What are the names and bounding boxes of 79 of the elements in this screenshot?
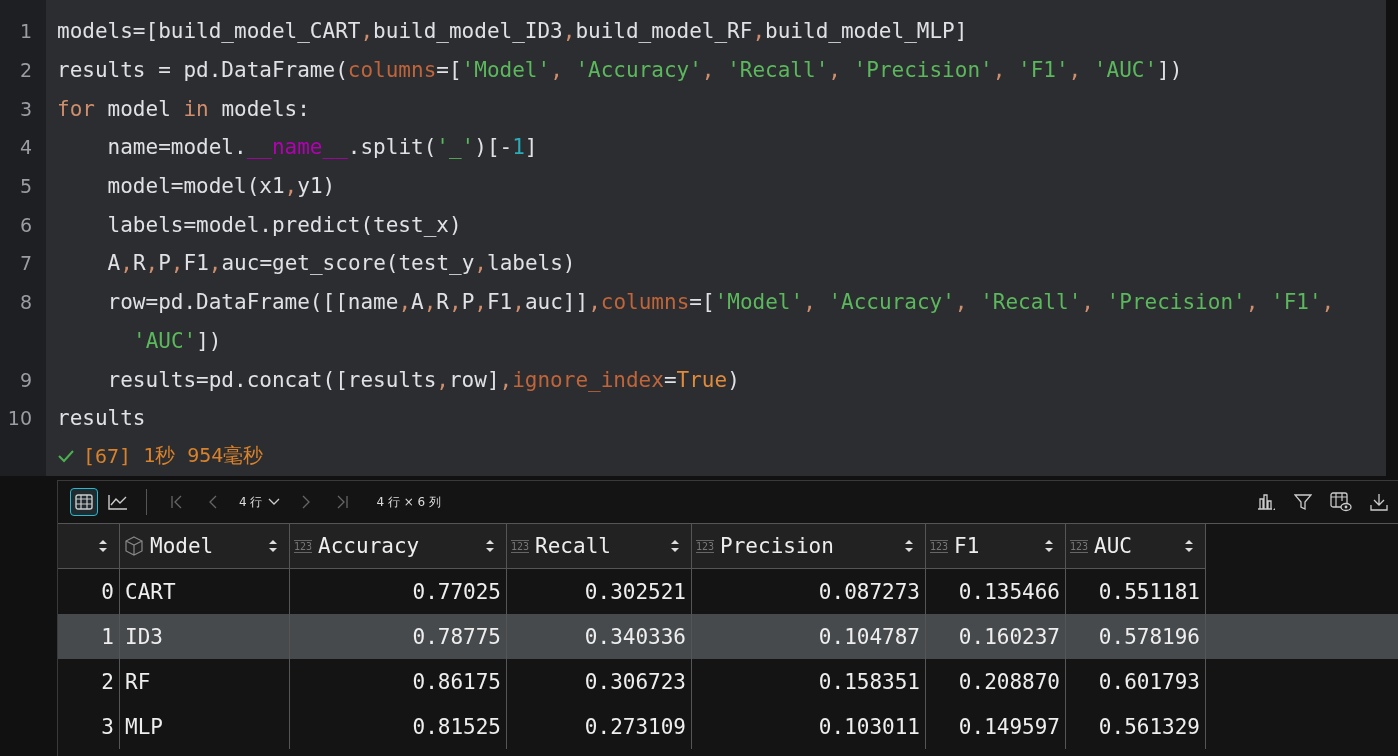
previous-page-icon[interactable] [207,494,219,510]
line-number: 4 [19,136,32,159]
filter-icon[interactable] [1294,493,1312,511]
table-cell: 0.86175 [412,669,501,694]
download-icon[interactable] [1370,493,1388,511]
line-number: 1 [19,20,32,43]
table-cell: 0.158351 [818,669,920,694]
line-number: 7 [19,252,32,275]
bar-chart-icon[interactable] [1256,493,1276,511]
code-line: model=model(x1,y1) [106,174,336,199]
sort-icon[interactable] [1045,539,1053,553]
sort-icon[interactable] [269,539,277,553]
table-cell: MLP [125,714,163,739]
column-header[interactable]: 123 Precision [692,524,926,569]
table-cell: 0.306723 [584,669,686,694]
cube-icon [124,536,144,556]
rows-dropdown[interactable]: 4 行 [233,493,287,511]
table-cell: CART [125,579,176,604]
table-cell: 0.551181 [1098,579,1200,604]
table-visibility-icon[interactable] [1330,492,1352,512]
table-cell: 0.273109 [584,714,686,739]
table-row[interactable]: 1 ID3 0.78775 0.340336 0.104787 0.160237 0.578196 [58,614,1398,659]
table-cell: 0.087273 [818,579,920,604]
code-line: results=pd.concat([results,row],ignore_index=True) [106,367,740,392]
line-number: 8 [19,291,32,314]
code-line: labels=model.predict(test_x) [106,212,462,237]
table-cell: 0.104787 [818,624,920,649]
table-cell: RF [125,669,151,694]
table-cell: 0 [101,579,114,604]
line-number: 10 [7,407,32,430]
code-line: results = pd.DataFrame(columns=['Model', 'Accuracy', 'Recall', 'Precision', 'F1', 'AUC']) [57,58,1183,83]
code-line: name=model.__name__.split('_')[-1] [106,135,538,160]
table-cell: 0.208870 [958,669,1060,694]
table-cell: 0.561329 [1098,714,1200,739]
chevron-down-icon [268,498,281,506]
table-cell: 0.78775 [412,624,501,649]
column-header[interactable]: Model [120,524,290,569]
column-header[interactable]: 123 Recall [507,524,692,569]
sort-icon[interactable] [486,539,494,553]
line-number: 6 [19,213,32,236]
table-view-button[interactable] [70,488,98,516]
sort-icon[interactable] [671,539,679,553]
table-cell: 0.302521 [584,579,686,604]
code-line: results [57,406,146,431]
line-number: 5 [19,175,32,198]
table-cell: 0.160237 [958,624,1060,649]
line-chart-icon [108,494,128,510]
code-line: A,R,P,F1,auc=get_score(test_y,labels) [106,251,576,276]
table-cell: 2 [101,669,114,694]
table-cell: 0.149597 [958,714,1060,739]
line-number: 3 [19,97,32,120]
table-cell: 0.81525 [412,714,501,739]
code-line: row=pd.DataFrame([[name,A,R,P,F1,auc]],columns=['Model', 'Accuracy', 'Recall', 'Precision', 'F1', [106,290,1335,315]
table-cell: 0.578196 [1098,624,1200,649]
table-cell: 1 [101,624,114,649]
column-header[interactable]: 123 AUC [1066,524,1206,569]
line-number: 2 [19,59,32,82]
column-header[interactable]: 123 F1 [926,524,1066,569]
execution-count: [67] [83,443,132,468]
table-cell: 0.135466 [958,579,1060,604]
table-size-label: 4 行 × 6 列 [376,493,442,511]
table-row[interactable]: 3 MLP 0.81525 0.273109 0.103011 0.149597 0.561329 [58,704,1398,749]
table-row[interactable]: 2 RF 0.86175 0.306723 0.158351 0.208870 0.601793 [58,659,1398,704]
code-line: 'AUC']) [132,328,222,353]
sort-icon[interactable] [1185,539,1193,553]
table-cell: 0.103011 [818,714,920,739]
table-cell: 0.601793 [1098,669,1200,694]
table-cell: 3 [101,714,114,739]
table-icon [75,494,93,510]
execution-time: 1秒 954毫秒 [143,442,264,470]
column-header[interactable]: 123 Accuracy [290,524,507,569]
table-cell: 0.340336 [584,624,686,649]
sort-icon[interactable] [99,539,107,553]
table-cell: ID3 [125,624,163,649]
code-line: models=[build_model_CART,build_model_ID3,build_model_RF,build_model_MLP] [57,19,968,44]
table-cell: 0.77025 [412,579,501,604]
line-number: 9 [19,368,32,391]
sort-icon[interactable] [905,539,913,553]
code-line: for model in models: [57,96,310,121]
